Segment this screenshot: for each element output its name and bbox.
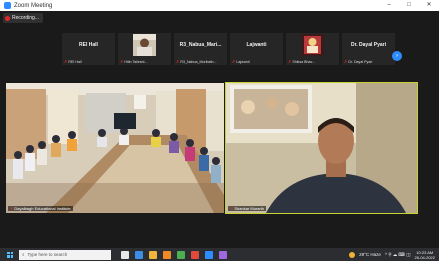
participant-caption-text: Dr. Dayal Pyari xyxy=(348,59,373,64)
participant-caption-text: REI Hall xyxy=(68,59,82,64)
participant-caption: ✗ REI Hall xyxy=(64,59,82,64)
search-icon: ⌕ xyxy=(22,252,25,257)
minimize-button[interactable]: – xyxy=(379,0,399,11)
participant-caption-text: Lajwanti xyxy=(236,59,250,64)
participant-name: Dr. Dayal Pyari xyxy=(350,42,387,48)
participant-video xyxy=(301,34,324,56)
taskbar-clock[interactable]: 10:23 AM 26-04-2022 xyxy=(415,250,435,260)
taskbar-app-icon[interactable] xyxy=(177,250,185,259)
window-titlebar: Zoom Meeting – □ ✕ xyxy=(0,0,439,11)
system-tray: 29°C Haze ^ ⚲ ☁ ⌨ ◫ 10:23 AM 26-04-2022 xyxy=(349,248,435,261)
mic-muted-icon: ✗ xyxy=(10,206,14,211)
taskbar-app-icon[interactable] xyxy=(163,250,171,259)
main-video-speaker[interactable]: ✗ Shankar Murarth xyxy=(225,82,418,214)
participant-caption-text: R3_Nabua_Moribath... xyxy=(180,59,217,64)
windows-start-icon[interactable] xyxy=(7,251,13,258)
video-label: ✗ Dayalbagh Educational Institute xyxy=(8,206,73,211)
participant-caption-text: Shiksa Bhav... xyxy=(292,59,316,64)
weather-text[interactable]: 29°C Haze xyxy=(359,252,381,257)
taskbar-app-icon[interactable] xyxy=(149,250,157,259)
taskbar-app-icon[interactable] xyxy=(205,250,213,259)
clock-date: 26-04-2022 xyxy=(414,254,435,260)
windows-taskbar: ⌕ Type here to search 29°C Haze ^ ⚲ ☁ ⌨ … xyxy=(0,248,439,261)
mic-muted-icon: ✗ xyxy=(344,59,348,64)
participant-tile[interactable]: ✗ Shiksa Bhav... xyxy=(286,33,339,65)
video-label: ✗ Shankar Murarth xyxy=(228,206,267,211)
participant-tile[interactable]: Dr. Dayal Pyari ✗ Dr. Dayal Pyari xyxy=(342,33,395,65)
speaker-video xyxy=(226,83,417,213)
tray-icons[interactable]: ^ ⚲ ☁ ⌨ ◫ xyxy=(385,252,411,258)
participant-tile[interactable]: REI Hall ✗ REI Hall xyxy=(62,33,115,65)
recording-dot-icon xyxy=(5,15,10,21)
taskbar-app-icon[interactable] xyxy=(121,250,129,259)
mic-muted-icon: ✗ xyxy=(120,59,124,64)
participant-video xyxy=(133,34,156,56)
main-video-room[interactable]: ✗ Dayalbagh Educational Institute xyxy=(6,83,224,213)
taskbar-app-icon[interactable] xyxy=(191,250,199,259)
participant-caption: ✗ R3_Nabua_Moribath... xyxy=(176,59,217,64)
meeting-area: Recording... REI Hall ✗ REI Hall ✗ Hitin… xyxy=(0,11,439,248)
window-controls: – □ ✕ xyxy=(379,0,439,11)
participant-name: R3_Nabua_Mari... xyxy=(179,42,222,48)
window-title: Zoom Meeting xyxy=(14,2,53,9)
recording-indicator[interactable]: Recording... xyxy=(3,13,43,23)
participant-tile[interactable]: R3_Nabua_Mari... ✗ R3_Nabua_Moribath... xyxy=(174,33,227,65)
conference-room-video xyxy=(6,83,224,213)
next-page-button[interactable]: › xyxy=(392,51,402,61)
participant-caption: ✗ Hitin Taileshi... xyxy=(120,59,147,64)
participant-caption: ✗ Dr. Dayal Pyari xyxy=(344,59,372,64)
mic-muted-icon: ✗ xyxy=(176,59,180,64)
taskbar-search-input[interactable]: ⌕ Type here to search xyxy=(19,249,111,260)
weather-icon xyxy=(349,251,356,258)
participant-caption: ✗ Lajwanti xyxy=(232,59,250,64)
close-button[interactable]: ✕ xyxy=(419,0,439,11)
participant-name: Lajwanti xyxy=(246,42,267,48)
participant-tile[interactable]: Lajwanti ✗ Lajwanti xyxy=(230,33,283,65)
maximize-button[interactable]: □ xyxy=(399,0,419,11)
recording-label: Recording... xyxy=(12,15,39,21)
mic-muted-icon: ✗ xyxy=(288,59,292,64)
participant-name: REI Hall xyxy=(79,42,98,48)
taskbar-apps xyxy=(121,250,227,259)
chevron-right-icon: › xyxy=(396,53,398,59)
mic-muted-icon: ✗ xyxy=(230,206,234,211)
mic-muted-icon: ✗ xyxy=(232,59,236,64)
taskbar-app-icon[interactable] xyxy=(135,250,143,259)
participant-caption-text: Hitin Taileshi... xyxy=(124,59,148,64)
video-label-text: Shankar Murarth xyxy=(234,206,265,211)
mic-muted-icon: ✗ xyxy=(64,59,68,64)
participant-tile[interactable]: ✗ Hitin Taileshi... xyxy=(118,33,171,65)
video-label-text: Dayalbagh Educational Institute xyxy=(14,206,71,211)
search-placeholder: Type here to search xyxy=(27,252,68,257)
clock-time: 10:23 AM xyxy=(416,249,434,255)
zoom-app-icon xyxy=(4,2,11,9)
taskbar-app-icon[interactable] xyxy=(219,250,227,259)
participant-caption: ✗ Shiksa Bhav... xyxy=(288,59,315,64)
